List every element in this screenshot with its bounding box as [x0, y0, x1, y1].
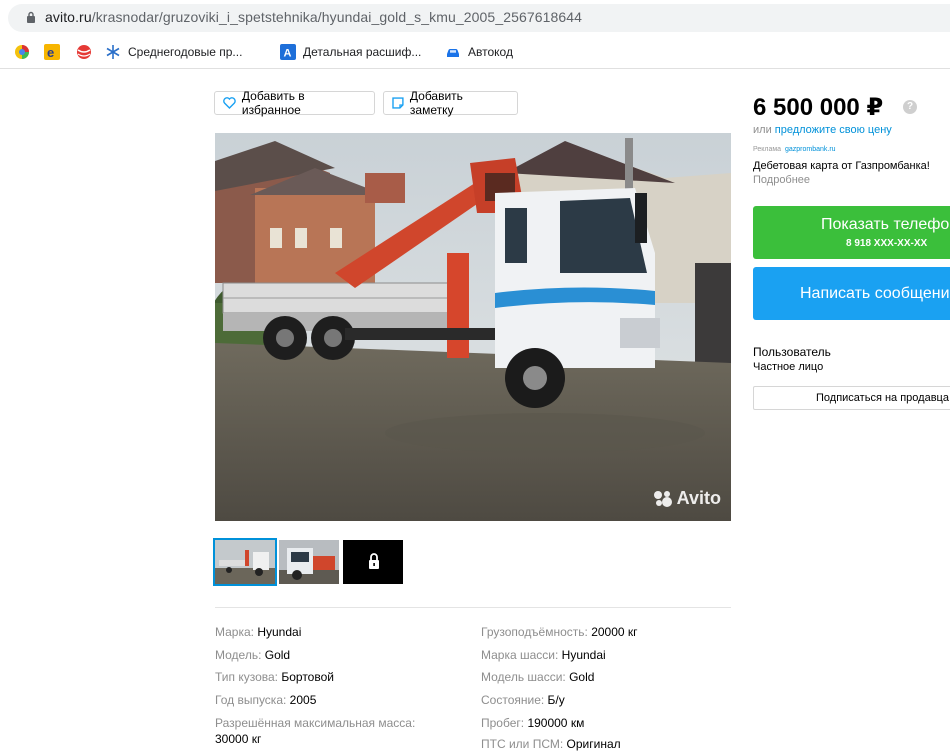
bookmark-2[interactable]: e: [44, 43, 67, 61]
bookmark-3[interactable]: [76, 43, 99, 61]
phone-masked: 8 918 XXX-XX-XX: [846, 238, 928, 249]
spec-max-mass-key: Разрешённая максимальная масса:: [215, 716, 416, 730]
write-message-label: Написать сообщение: [800, 285, 950, 302]
blue-a-icon: A: [280, 44, 296, 60]
spec-body-type: Тип кузова: Бортовой: [215, 669, 334, 685]
thumbnail-2-image: [279, 540, 339, 584]
spec-capacity-value: 20000 кг: [591, 625, 638, 639]
add-note-label: Добавить заметку: [409, 89, 463, 117]
spec-chassis-make-value: Hyundai: [561, 648, 606, 662]
colorful-swirl-icon: [15, 45, 29, 59]
ad-source-link[interactable]: gazprombank.ru: [785, 146, 836, 153]
bookmark-4[interactable]: Среднегодовые пр...: [105, 43, 242, 61]
truck-crane-photo: [215, 133, 731, 521]
spec-model-key: Модель:: [215, 648, 265, 662]
price: 6 500 000 ₽: [753, 94, 884, 121]
spec-year-value: 2005: [289, 693, 317, 707]
seller-name[interactable]: Пользователь: [753, 345, 831, 359]
thumbnail-2[interactable]: [279, 540, 339, 584]
note-icon: [392, 97, 404, 109]
spec-make: Марка: Hyundai: [215, 624, 301, 640]
spec-chassis-make: Марка шасси: Hyundai: [481, 647, 606, 663]
bookmark-5-label: Детальная расшиф...: [303, 45, 422, 59]
spec-max-mass: Разрешённая максимальная масса: 30000 кг: [215, 715, 415, 747]
avito-watermark: Avito: [653, 488, 721, 509]
thumbnail-1-image: [215, 540, 275, 584]
bookmarks-bar: e Среднегодовые пр... A Детальная расшиф…: [0, 36, 950, 69]
main-photo[interactable]: Avito: [215, 133, 731, 521]
subscribe-seller-button[interactable]: Подписаться на продавца: [753, 386, 950, 410]
heart-icon: [223, 97, 236, 109]
svg-text:A: A: [284, 48, 292, 60]
ad-more-link[interactable]: Подробнее: [753, 174, 810, 186]
spec-condition: Состояние: Б/у: [481, 692, 565, 708]
bookmark-4-label: Среднегодовые пр...: [128, 45, 243, 59]
address-bar: avito.ru/krasnodar/gruzoviki_i_spetstehn…: [0, 0, 950, 36]
snowflake-icon: [106, 45, 120, 59]
offer-price-link[interactable]: предложите свою цену: [775, 124, 892, 136]
spec-chassis-make-key: Марка шасси:: [481, 648, 562, 662]
avito-watermark-text: Avito: [676, 488, 721, 508]
spec-chassis-model-value: Gold: [569, 670, 595, 684]
bookmark-1[interactable]: [14, 43, 37, 61]
spec-body-type-key: Тип кузова:: [215, 670, 282, 684]
url-host: avito.ru: [45, 9, 92, 25]
spec-condition-value: Б/у: [547, 693, 565, 707]
url-text[interactable]: avito.ru/krasnodar/gruzoviki_i_spetstehn…: [45, 9, 582, 25]
spec-max-mass-value: 30000 кг: [215, 732, 262, 746]
bookmark-6-label: Автокод: [468, 45, 513, 59]
thumbnail-1[interactable]: [213, 538, 277, 586]
spec-mileage: Пробег: 190000 км: [481, 715, 584, 731]
divider: [215, 607, 731, 608]
url-path: /krasnodar/gruzoviki_i_spetstehnika/hyun…: [91, 9, 583, 25]
spec-condition-key: Состояние:: [481, 693, 548, 707]
show-phone-label: Показать телефон: [821, 216, 950, 233]
lock-icon: [369, 553, 379, 569]
spec-chassis-model-key: Модель шасси:: [481, 670, 570, 684]
lock-icon: [27, 11, 35, 23]
spec-body-type-value: Бортовой: [281, 670, 334, 684]
svg-text:e: e: [47, 45, 54, 60]
spec-mileage-value: 190000 км: [527, 716, 585, 730]
orange-e-icon: e: [44, 44, 60, 60]
price-help-icon[interactable]: ?: [903, 100, 917, 114]
seller-type: Частное лицо: [753, 361, 824, 373]
spec-year-key: Год выпуска:: [215, 693, 290, 707]
show-phone-button[interactable]: Показать телефон 8 918 XXX-XX-XX: [753, 206, 950, 259]
bookmark-6[interactable]: Автокод: [445, 43, 513, 61]
add-note-button[interactable]: Добавить заметку: [383, 89, 518, 117]
offer-price-line: или предложите свою цену: [753, 124, 892, 136]
spec-make-value: Hyundai: [257, 625, 302, 639]
bookmark-5[interactable]: A Детальная расшиф...: [280, 43, 421, 61]
spec-pts-value: Оригинал: [566, 737, 621, 751]
add-to-favorites-label: Добавить в избранное: [241, 89, 305, 117]
offer-prefix: или: [753, 124, 775, 136]
subscribe-seller-label: Подписаться на продавца: [816, 392, 949, 404]
add-to-favorites-button[interactable]: Добавить в избранное: [214, 89, 375, 117]
ad-label: Реклама: [753, 146, 782, 153]
ad-label-line: Реклама gazprombank.ru: [753, 146, 836, 153]
spec-make-key: Марка:: [215, 625, 258, 639]
car-icon: [447, 49, 459, 57]
spec-capacity-key: Грузоподъёмность:: [481, 625, 592, 639]
thumbnail-locked[interactable]: [343, 540, 403, 584]
spec-mileage-key: Пробег:: [481, 716, 528, 730]
spec-pts-key: ПТС или ПСМ:: [481, 737, 567, 751]
spec-year: Год выпуска: 2005: [215, 692, 316, 708]
spec-chassis-model: Модель шасси: Gold: [481, 669, 594, 685]
avito-logo-icon: [653, 490, 672, 507]
spec-model: Модель: Gold: [215, 647, 290, 663]
spec-model-value: Gold: [264, 648, 291, 662]
ad-text[interactable]: Дебетовая карта от Газпромбанка!: [753, 160, 930, 172]
spec-pts: ПТС или ПСМ: Оригинал: [481, 736, 621, 752]
red-ball-icon: [77, 45, 91, 59]
write-message-button[interactable]: Написать сообщение: [753, 267, 950, 320]
spec-capacity: Грузоподъёмность: 20000 кг: [481, 624, 638, 640]
